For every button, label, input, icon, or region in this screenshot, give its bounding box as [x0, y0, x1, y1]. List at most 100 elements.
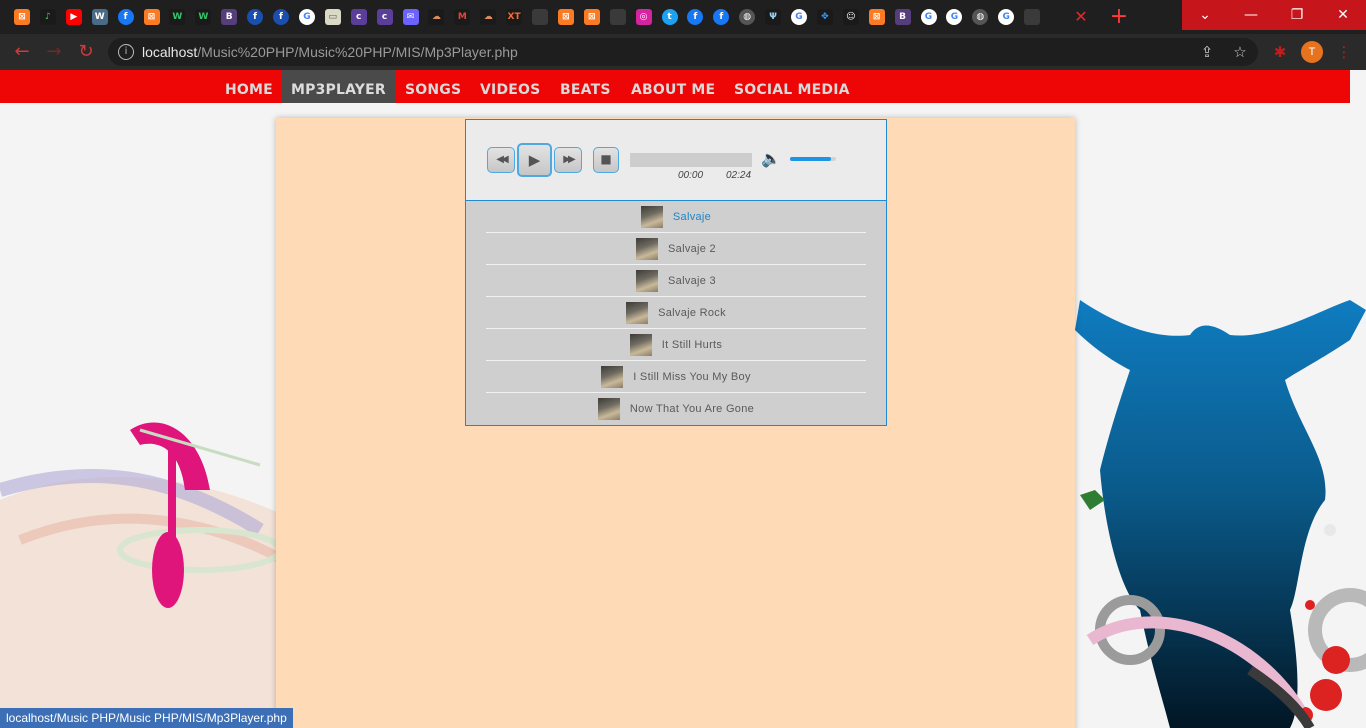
- browser-tab[interactable]: ☺: [840, 5, 862, 29]
- volume-icon[interactable]: 🔈: [761, 149, 781, 168]
- browser-tab[interactable]: ⊠: [581, 5, 603, 29]
- snapchat-icon: ☺: [842, 9, 859, 25]
- back-button[interactable]: ←: [10, 40, 34, 64]
- duration: 02:24: [726, 170, 752, 181]
- tab-strip: ⊠ ♪ ▶ Wf ⊠ W W Bf f G ▭ c c ✉ ☁ M ☁ XT ⊠ ⊠ ◎ t f f ◍ Ψ G ✥ ☺ ⊠ B G G ◍ G ✕…: [0, 0, 1366, 34]
- playlist-track[interactable]: Salvaje Rock: [486, 297, 866, 329]
- browser-tab[interactable]: W: [192, 5, 214, 29]
- player-controls: ◀◀ ▶ ▶▶ ■ 00:00 02:24 🔈: [466, 120, 886, 201]
- mail-icon: ✉: [402, 9, 419, 25]
- browser-tab[interactable]: ♪: [37, 5, 59, 29]
- stop-button[interactable]: ■: [593, 147, 619, 173]
- browser-tab[interactable]: B: [218, 5, 240, 29]
- browser-tab[interactable]: W: [166, 5, 188, 29]
- reload-button[interactable]: ↻: [74, 40, 98, 64]
- browser-tab[interactable]: G: [296, 5, 318, 29]
- browser-tab[interactable]: f: [710, 5, 732, 29]
- nav-beats[interactable]: BEATS: [560, 70, 611, 103]
- browser-tab[interactable]: G: [918, 5, 940, 29]
- browser-tab[interactable]: ▭: [322, 5, 344, 29]
- browser-tab[interactable]: c: [374, 5, 396, 29]
- bootstrap-icon: B: [894, 9, 911, 25]
- browser-tab[interactable]: ☁: [425, 5, 447, 29]
- browser-tab[interactable]: ⊠: [866, 5, 888, 29]
- nav-songs[interactable]: SONGS: [405, 70, 461, 103]
- google-icon: G: [998, 9, 1015, 25]
- close-window-button[interactable]: ✕: [1320, 0, 1366, 30]
- youtube-icon: ▶: [65, 9, 82, 25]
- playlist-track[interactable]: Salvaje 3: [486, 265, 866, 297]
- nav-mp3player[interactable]: MP3PLAYER: [282, 70, 395, 103]
- browser-tab[interactable]: ▶: [63, 5, 85, 29]
- tab-search-button[interactable]: ⌄: [1182, 0, 1228, 30]
- url-host: localhost: [142, 44, 198, 60]
- track-title: I Still Miss You My Boy: [633, 370, 751, 383]
- browser-tab[interactable]: G: [788, 5, 810, 29]
- browser-tab[interactable]: ⊠: [555, 5, 577, 29]
- rewind-button[interactable]: ◀◀: [487, 147, 515, 173]
- browser-tab[interactable]: c: [348, 5, 370, 29]
- volume-slider[interactable]: [790, 157, 836, 161]
- track-title: Salvaje Rock: [658, 306, 726, 319]
- globe-icon: ◍: [739, 9, 756, 25]
- browser-menu-icon[interactable]: ⋮: [1332, 40, 1356, 64]
- google-icon: G: [920, 9, 937, 25]
- browser-tab[interactable]: ✥: [814, 5, 836, 29]
- browser-tab[interactable]: W: [89, 5, 111, 29]
- browser-tab[interactable]: f: [115, 5, 137, 29]
- browser-tab[interactable]: ⊠: [141, 5, 163, 29]
- browser-tab[interactable]: XT: [503, 5, 525, 29]
- browser-tab[interactable]: G: [943, 5, 965, 29]
- browser-tab[interactable]: [1021, 5, 1043, 29]
- track-thumbnail: [626, 301, 649, 324]
- nav-social-media[interactable]: SOCIAL MEDIA: [734, 70, 850, 103]
- browser-tab[interactable]: ⊠: [11, 5, 33, 29]
- playlist-track[interactable]: Salvaje: [486, 201, 866, 233]
- profile-avatar[interactable]: T: [1301, 41, 1323, 63]
- restore-button[interactable]: ❐: [1274, 0, 1320, 30]
- playlist-track[interactable]: I Still Miss You My Boy: [486, 361, 866, 393]
- browser-tab[interactable]: M: [451, 5, 473, 29]
- playlist-track[interactable]: Salvaje 2: [486, 233, 866, 265]
- playlist-track[interactable]: It Still Hurts: [486, 329, 866, 361]
- playlist-track[interactable]: Now That You Are Gone: [486, 393, 866, 425]
- site-info-icon[interactable]: i: [118, 44, 134, 60]
- browser-tab[interactable]: [607, 5, 629, 29]
- extension-icon[interactable]: ✱: [1268, 40, 1292, 64]
- forward-button[interactable]: →: [42, 40, 66, 64]
- browser-tab[interactable]: ☁: [477, 5, 499, 29]
- blank-tab-icon: [609, 9, 626, 25]
- nav-home[interactable]: HOME: [225, 70, 273, 103]
- track-thumbnail: [597, 398, 620, 420]
- browser-tab[interactable]: B: [892, 5, 914, 29]
- bookmark-star-icon[interactable]: ☆: [1228, 40, 1252, 64]
- browser-tab[interactable]: ◍: [969, 5, 991, 29]
- fast-forward-button[interactable]: ▶▶: [554, 147, 582, 173]
- google-icon: G: [298, 9, 315, 25]
- browser-tab[interactable]: f: [684, 5, 706, 29]
- browser-tab[interactable]: ◎: [633, 5, 655, 29]
- browser-tab[interactable]: t: [659, 5, 681, 29]
- minimize-button[interactable]: —: [1228, 0, 1274, 30]
- browser-tab[interactable]: ✉: [400, 5, 422, 29]
- play-button[interactable]: ▶: [517, 143, 552, 177]
- address-bar[interactable]: i localhost/Music%20PHP/Music%20PHP/MIS/…: [108, 38, 1258, 66]
- site-nav: HOME MP3PLAYER SONGS VIDEOS BEATS ABOUT …: [0, 70, 1350, 103]
- browser-tab[interactable]: f: [244, 5, 266, 29]
- facebook-icon: f: [687, 9, 704, 25]
- progress-bar[interactable]: [630, 153, 752, 167]
- nav-about-me[interactable]: ABOUT ME: [631, 70, 715, 103]
- url-text[interactable]: localhost/Music%20PHP/Music%20PHP/MIS/Mp…: [142, 44, 518, 60]
- browser-tab[interactable]: ◍: [736, 5, 758, 29]
- browser-tab[interactable]: G: [995, 5, 1017, 29]
- colorlib-icon: c: [376, 9, 393, 25]
- nav-videos[interactable]: VIDEOS: [480, 70, 540, 103]
- browser-tab[interactable]: Ψ: [762, 5, 784, 29]
- share-icon[interactable]: ⇪: [1195, 40, 1219, 64]
- twitter-icon: t: [661, 9, 678, 25]
- track-thumbnail: [640, 205, 663, 228]
- browser-tab[interactable]: [529, 5, 551, 29]
- browser-tab[interactable]: f: [270, 5, 292, 29]
- new-tab-button[interactable]: +: [1108, 5, 1130, 29]
- tab-close-icon[interactable]: ✕: [1071, 7, 1091, 27]
